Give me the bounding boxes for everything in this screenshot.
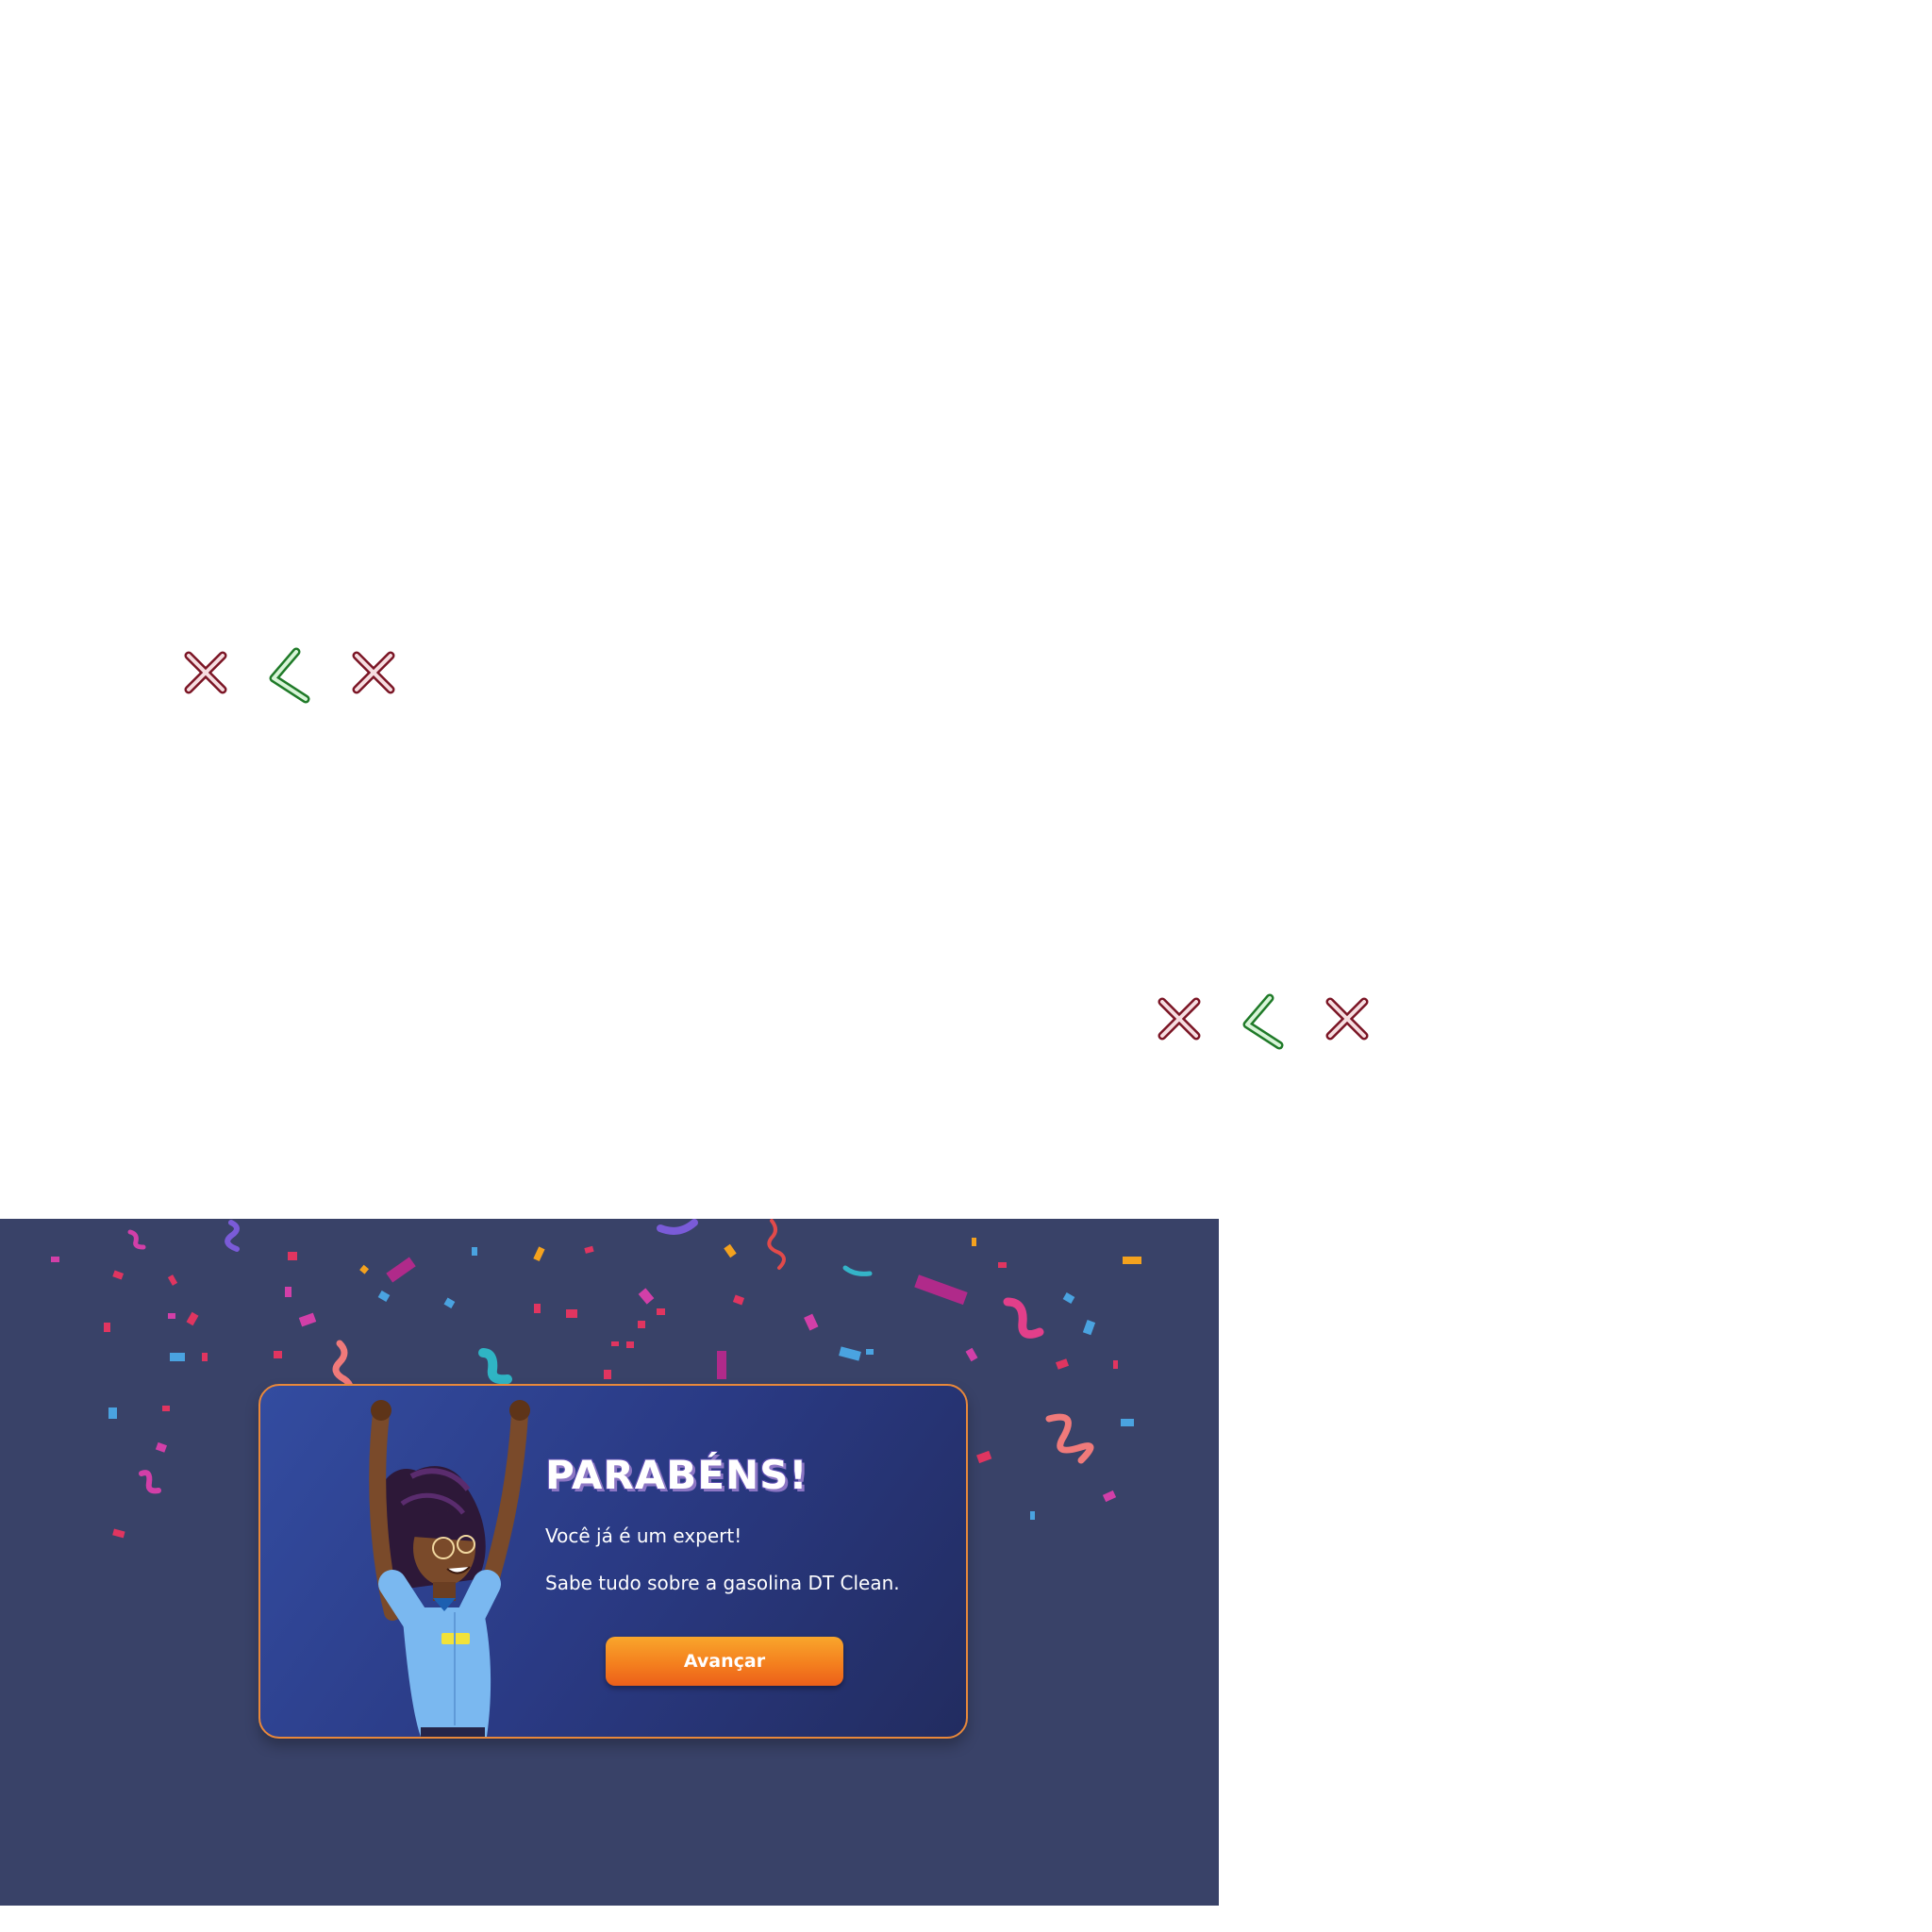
cross-icon: [184, 651, 227, 694]
answer-marks-top: [179, 646, 434, 722]
check-icon: [269, 647, 310, 704]
congrats-title: PARABÉNS!: [545, 1452, 808, 1498]
celebrating-attendant-illustration: [369, 1400, 530, 1737]
congrats-scene: PARABÉNS! Você já é um expert! Sabe tudo…: [0, 1219, 1219, 1906]
advance-button[interactable]: Avançar: [606, 1637, 843, 1686]
cross-icon: [1158, 997, 1201, 1041]
congrats-modal: PARABÉNS! Você já é um expert! Sabe tudo…: [258, 1384, 968, 1739]
congrats-message: Você já é um expert!: [545, 1524, 742, 1547]
cross-icon: [1325, 997, 1369, 1041]
check-icon: [1242, 993, 1284, 1050]
answer-marks-middle: [1153, 992, 1407, 1068]
cross-icon: [352, 651, 395, 694]
congrats-detail: Sabe tudo sobre a gasolina DT Clean.: [545, 1572, 900, 1594]
